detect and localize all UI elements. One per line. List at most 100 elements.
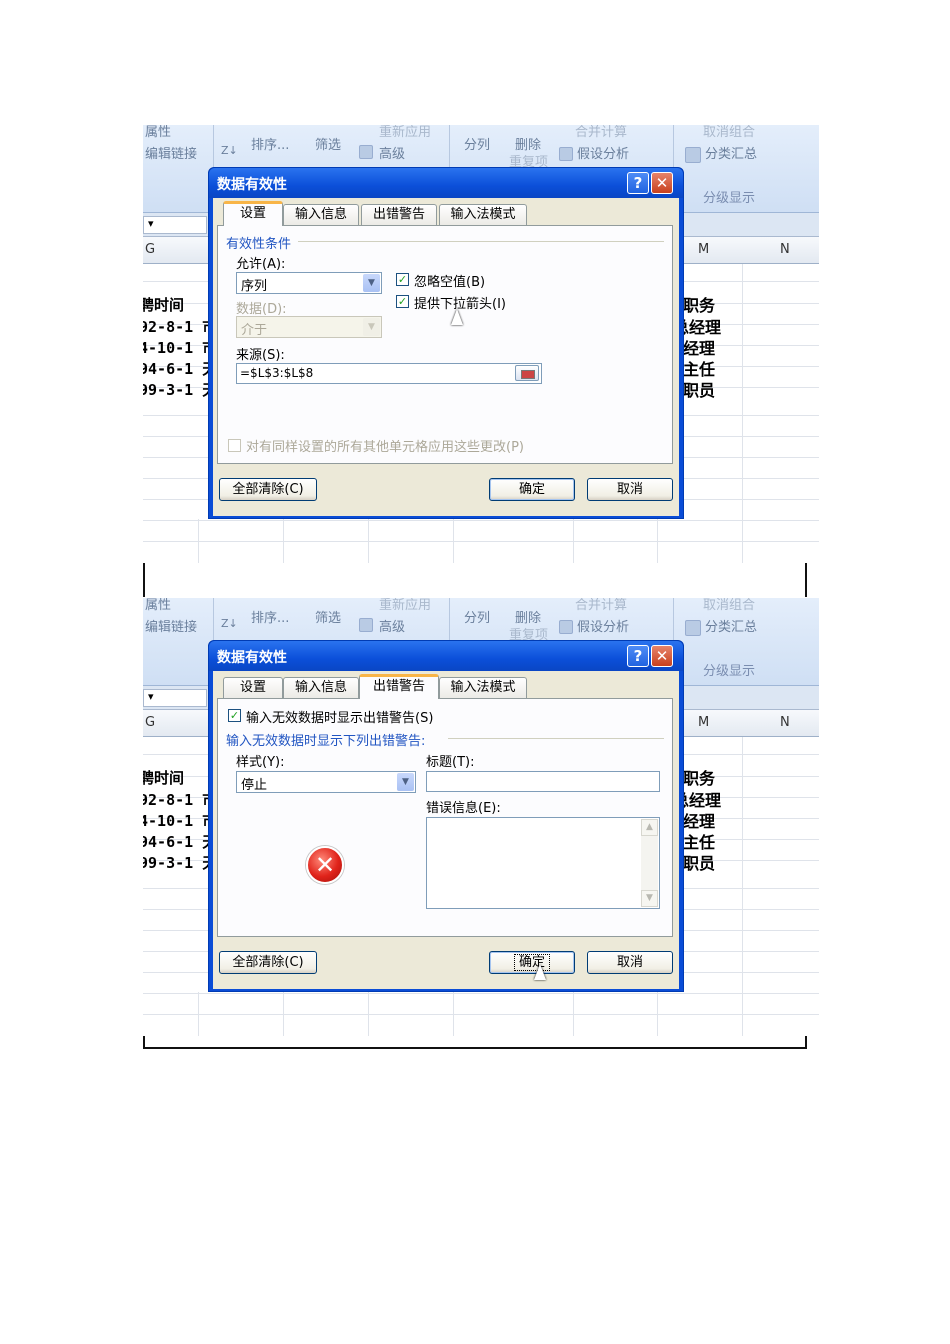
cell-hire-date[interactable]: 94-6-1 天 (143, 359, 217, 379)
column-header-g[interactable]: G (145, 242, 155, 257)
cancel-button[interactable]: 取消 (587, 478, 673, 501)
apply-all-label: 对有同样设置的所有其他单元格应用这些更改(P) (246, 440, 524, 455)
ribbon-ungroup[interactable]: 取消组合 (703, 125, 755, 141)
ribbon-consolidate[interactable]: 合并计算 (575, 125, 627, 141)
ok-button[interactable]: 确定 (489, 951, 575, 974)
ribbon-properties[interactable]: 属性 (145, 598, 171, 614)
error-alert-tab-page: ✓ 输入无效数据时显示出错警告(S) 输入无效数据时显示下列出错警告: 样式(Y… (217, 698, 673, 937)
ok-button[interactable]: 确定 (489, 478, 575, 501)
tab-settings[interactable]: 设置 (223, 201, 283, 226)
ribbon-subtotal[interactable]: 分类汇总 (705, 147, 757, 163)
close-icon[interactable]: ✕ (651, 172, 673, 194)
ribbon-consolidate[interactable]: 合并计算 (575, 598, 627, 614)
column-header-m[interactable]: M (698, 715, 709, 730)
ribbon-advanced[interactable]: 高级 (379, 620, 405, 636)
data-select: 介于 ▼ (236, 316, 382, 338)
clear-all-button[interactable]: 全部清除(C) (219, 951, 317, 974)
allow-select[interactable]: 序列 ▼ (236, 272, 382, 294)
subtotal-icon (685, 147, 701, 163)
tab-error-alert[interactable]: 出错警告 (361, 204, 437, 225)
alert-title-input[interactable] (426, 771, 660, 792)
style-label: 样式(Y): (236, 755, 285, 770)
name-box[interactable]: ▾ (143, 216, 207, 234)
ribbon-what-if[interactable]: 假设分析 (577, 620, 629, 636)
ribbon-reapply[interactable]: 重新应用 (379, 125, 431, 141)
close-icon[interactable]: ✕ (651, 645, 673, 667)
ribbon-text-to-columns[interactable]: 分列 (464, 138, 490, 154)
dialog-body: 设置 输入信息 出错警告 输入法模式 有效性条件 允许(A): 序列 ▼ 数据(D… (213, 198, 679, 516)
style-select[interactable]: 停止 ▼ (236, 771, 416, 793)
sort-az-icon[interactable]: Z↓ (221, 145, 238, 157)
ribbon-sort[interactable]: 排序... (251, 138, 289, 154)
show-error-alert-label: 输入无效数据时显示出错警告(S) (246, 711, 434, 726)
cell-hire-date[interactable]: 92-8-1 市 (143, 317, 217, 337)
column-header-g[interactable]: G (145, 715, 155, 730)
error-message-textarea[interactable]: ▲ ▼ (426, 817, 660, 909)
help-icon[interactable]: ? (627, 645, 649, 667)
cell-position[interactable]: 经理 (683, 811, 715, 832)
dialog-title-bar[interactable]: 数据有效性 ? ✕ (209, 168, 683, 198)
in-cell-dropdown-checkbox[interactable]: ✓ (396, 295, 409, 308)
dialog-body: 设置 输入信息 出错警告 输入法模式 ✓ 输入无效数据时显示出错警告(S) 输入… (213, 671, 679, 989)
tab-ime-mode[interactable]: 输入法模式 (439, 204, 527, 225)
tab-error-alert[interactable]: 出错警告 (359, 674, 439, 699)
help-icon[interactable]: ? (627, 172, 649, 194)
cell-hire-date-header[interactable]: 聘时间 (143, 768, 184, 788)
cell-position[interactable]: 经理 (683, 338, 715, 359)
ribbon-properties[interactable]: 属性 (145, 125, 171, 141)
chevron-down-icon: ▼ (397, 773, 414, 791)
ribbon-filter[interactable]: 筛选 (315, 611, 341, 627)
ribbon-filter[interactable]: 筛选 (315, 138, 341, 154)
range-select-icon[interactable] (515, 365, 539, 381)
cell-position-header[interactable]: 职务 (683, 768, 715, 789)
advanced-filter-icon (359, 145, 373, 159)
ribbon-remove[interactable]: 删除 (515, 138, 541, 154)
cell-position[interactable]: 主任 (683, 832, 715, 853)
ribbon-text-to-columns[interactable]: 分列 (464, 611, 490, 627)
dialog-title-bar[interactable]: 数据有效性 ? ✕ (209, 641, 683, 671)
column-header-n[interactable]: N (780, 242, 790, 257)
scroll-up-icon[interactable]: ▲ (641, 819, 658, 836)
clear-all-button[interactable]: 全部清除(C) (219, 478, 317, 501)
sort-az-icon[interactable]: Z↓ (221, 618, 238, 630)
show-error-alert-checkbox[interactable]: ✓ (228, 709, 241, 722)
ribbon-what-if[interactable]: 假设分析 (577, 147, 629, 163)
ribbon-sort[interactable]: 排序... (251, 611, 289, 627)
tab-input-message[interactable]: 输入信息 (283, 204, 359, 225)
cell-position[interactable]: 职员 (683, 380, 715, 401)
cell-hire-date[interactable]: 92-8-1 市 (143, 790, 217, 810)
ribbon-remove[interactable]: 删除 (515, 611, 541, 627)
cell-position[interactable]: 职员 (683, 853, 715, 874)
source-input[interactable]: =$L$3:$L$8 (236, 363, 542, 384)
cell-hire-date[interactable]: 99-3-1 天 (143, 853, 217, 873)
error-message-scrollbar[interactable]: ▲ ▼ (641, 819, 658, 907)
ribbon-ungroup[interactable]: 取消组合 (703, 598, 755, 614)
ribbon-reapply[interactable]: 重新应用 (379, 598, 431, 614)
column-header-m[interactable]: M (698, 242, 709, 257)
frame-border (805, 563, 807, 597)
ribbon-subtotal[interactable]: 分类汇总 (705, 620, 757, 636)
column-header-n[interactable]: N (780, 715, 790, 730)
allow-label: 允许(A): (236, 257, 286, 272)
cell-hire-date[interactable]: 4-10-1 市 (143, 338, 217, 358)
cell-hire-date[interactable]: 4-10-1 市 (143, 811, 217, 831)
scroll-down-icon[interactable]: ▼ (641, 890, 658, 907)
cancel-button[interactable]: 取消 (587, 951, 673, 974)
tab-settings[interactable]: 设置 (223, 677, 283, 698)
ribbon-advanced[interactable]: 高级 (379, 147, 405, 163)
tab-input-message[interactable]: 输入信息 (283, 677, 359, 698)
name-box[interactable]: ▾ (143, 689, 207, 707)
ignore-blank-checkbox[interactable]: ✓ (396, 273, 409, 286)
ribbon-edit-links[interactable]: 编辑链接 (145, 147, 197, 163)
ribbon-edit-links[interactable]: 编辑链接 (145, 620, 197, 636)
cell-position[interactable]: 主任 (683, 359, 715, 380)
cell-hire-date[interactable]: 94-6-1 天 (143, 832, 217, 852)
error-message-label: 错误信息(E): (426, 801, 501, 816)
tab-ime-mode[interactable]: 输入法模式 (439, 677, 527, 698)
cell-position-header[interactable]: 职务 (683, 295, 715, 316)
cell-hire-date[interactable]: 99-3-1 天 (143, 380, 217, 400)
cell-hire-date-header[interactable]: 聘时间 (143, 295, 184, 315)
source-label: 来源(S): (236, 348, 285, 363)
mouse-pointer-icon (451, 309, 463, 325)
mouse-pointer-icon (534, 964, 546, 980)
